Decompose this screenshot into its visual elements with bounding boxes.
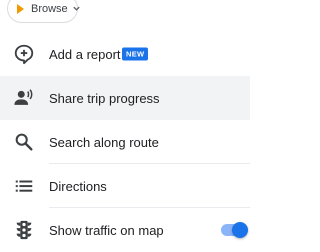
menu-item-add-report[interactable]: Add a report NEW <box>0 32 250 76</box>
list-icon <box>12 174 36 198</box>
menu-item-label: Share trip progress <box>49 90 160 106</box>
menu-item-share-trip[interactable]: Share trip progress <box>0 76 250 120</box>
menu-item-directions[interactable]: Directions <box>0 164 250 208</box>
menu-item-label: Search along route <box>49 134 159 150</box>
play-icon <box>17 3 24 14</box>
share-trip-icon <box>12 86 36 110</box>
traffic-toggle[interactable] <box>221 221 248 238</box>
menu-item-label: Add a report <box>49 46 121 62</box>
menu-item-show-traffic[interactable]: Show traffic on map <box>0 208 250 252</box>
browse-button[interactable]: Browse <box>7 0 81 23</box>
toggle-knob <box>232 221 248 238</box>
traffic-light-icon <box>12 218 36 242</box>
menu-item-label: Show traffic on map <box>49 222 164 238</box>
new-badge: NEW <box>122 47 149 61</box>
menu-item-label: Directions <box>49 178 107 194</box>
menu-item-search-along-route[interactable]: Search along route <box>0 120 250 164</box>
search-icon <box>12 130 36 154</box>
chevron-down-icon <box>72 4 81 13</box>
browse-label: Browse <box>31 2 68 15</box>
add-report-icon <box>12 42 36 66</box>
